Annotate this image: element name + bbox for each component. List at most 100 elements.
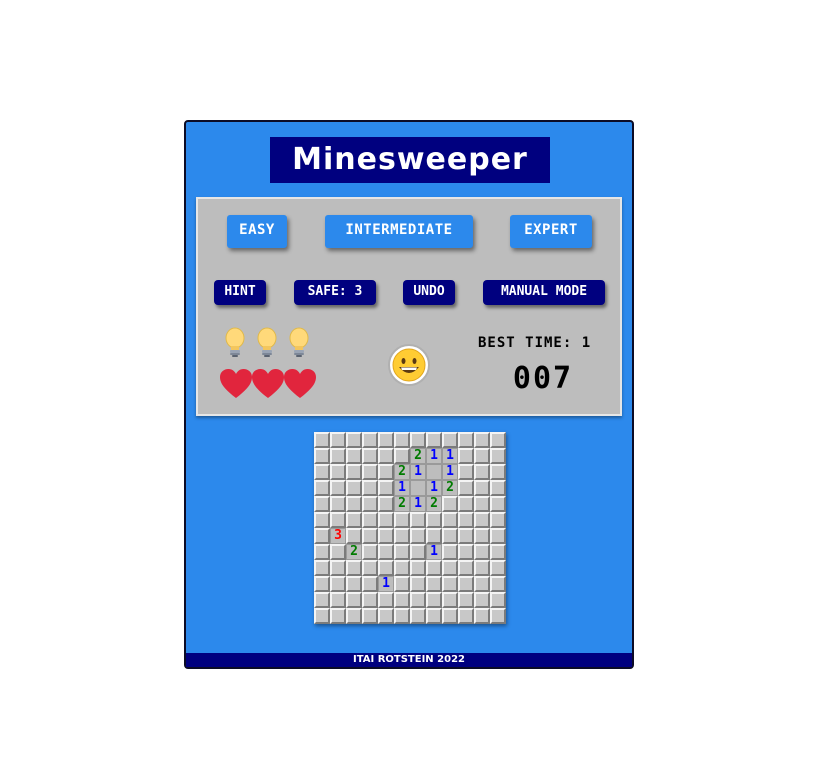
- board-cell-hidden[interactable]: [458, 496, 474, 512]
- board-cell-hidden[interactable]: [378, 448, 394, 464]
- board-cell-hidden[interactable]: [330, 496, 346, 512]
- board-cell-hidden[interactable]: [394, 608, 410, 624]
- board-cell-hidden[interactable]: [458, 608, 474, 624]
- board-cell-hidden[interactable]: [474, 480, 490, 496]
- board-cell-hidden[interactable]: [314, 448, 330, 464]
- board-cell-hidden[interactable]: [458, 432, 474, 448]
- board-cell-hidden[interactable]: [362, 432, 378, 448]
- board-cell-hidden[interactable]: [426, 528, 442, 544]
- board-cell-hidden[interactable]: [458, 512, 474, 528]
- board-cell-hidden[interactable]: [314, 608, 330, 624]
- board-cell-hidden[interactable]: [394, 528, 410, 544]
- board-cell-hidden[interactable]: [330, 544, 346, 560]
- minesweeper-board[interactable]: 2112111122123211: [314, 432, 506, 624]
- smiley-reset-button[interactable]: [388, 344, 430, 386]
- board-cell-hidden[interactable]: [330, 480, 346, 496]
- board-cell-hidden[interactable]: [474, 592, 490, 608]
- board-cell-revealed[interactable]: 1: [426, 544, 442, 560]
- board-cell-hidden[interactable]: [410, 528, 426, 544]
- board-cell-hidden[interactable]: [394, 512, 410, 528]
- board-cell-hidden[interactable]: [362, 592, 378, 608]
- board-cell-hidden[interactable]: [330, 512, 346, 528]
- board-cell-hidden[interactable]: [442, 592, 458, 608]
- board-cell-hidden[interactable]: [346, 464, 362, 480]
- board-cell-hidden[interactable]: [394, 448, 410, 464]
- board-cell-hidden[interactable]: [362, 512, 378, 528]
- board-cell-hidden[interactable]: [490, 448, 506, 464]
- board-cell-revealed[interactable]: 1: [442, 464, 458, 480]
- board-cell-revealed[interactable]: 1: [394, 480, 410, 496]
- board-cell-hidden[interactable]: [362, 448, 378, 464]
- board-cell-hidden[interactable]: [426, 560, 442, 576]
- board-cell-revealed[interactable]: 1: [410, 464, 426, 480]
- board-cell-hidden[interactable]: [474, 544, 490, 560]
- board-cell-hidden[interactable]: [346, 448, 362, 464]
- board-cell-revealed[interactable]: 2: [394, 496, 410, 512]
- lightbulb-icon[interactable]: [223, 327, 247, 359]
- board-cell-hidden[interactable]: [330, 608, 346, 624]
- board-cell-hidden[interactable]: [330, 464, 346, 480]
- board-cell-revealed[interactable]: 2: [394, 464, 410, 480]
- board-cell-hidden[interactable]: [426, 432, 442, 448]
- board-cell-hidden[interactable]: [474, 496, 490, 512]
- board-cell-hidden[interactable]: [426, 608, 442, 624]
- board-cell-revealed[interactable]: 1: [426, 480, 442, 496]
- board-cell-hidden[interactable]: [474, 464, 490, 480]
- board-cell-revealed[interactable]: [426, 464, 442, 480]
- board-cell-hidden[interactable]: [490, 560, 506, 576]
- board-cell-hidden[interactable]: [458, 480, 474, 496]
- board-cell-hidden[interactable]: [394, 560, 410, 576]
- board-cell-hidden[interactable]: [474, 512, 490, 528]
- lightbulb-icon[interactable]: [255, 327, 279, 359]
- board-cell-hidden[interactable]: [314, 544, 330, 560]
- board-cell-hidden[interactable]: [362, 560, 378, 576]
- board-cell-hidden[interactable]: [442, 496, 458, 512]
- board-cell-hidden[interactable]: [442, 544, 458, 560]
- board-cell-hidden[interactable]: [314, 592, 330, 608]
- board-cell-revealed[interactable]: 2: [426, 496, 442, 512]
- board-cell-hidden[interactable]: [458, 448, 474, 464]
- board-cell-hidden[interactable]: [426, 512, 442, 528]
- board-cell-revealed[interactable]: 1: [426, 448, 442, 464]
- board-cell-hidden[interactable]: [346, 576, 362, 592]
- board-cell-hidden[interactable]: [346, 592, 362, 608]
- board-cell-hidden[interactable]: [458, 528, 474, 544]
- board-cell-revealed[interactable]: 2: [442, 480, 458, 496]
- board-cell-hidden[interactable]: [346, 528, 362, 544]
- board-cell-hidden[interactable]: [474, 560, 490, 576]
- board-cell-hidden[interactable]: [314, 528, 330, 544]
- board-cell-hidden[interactable]: [410, 512, 426, 528]
- board-cell-hidden[interactable]: [314, 480, 330, 496]
- board-cell-hidden[interactable]: [490, 528, 506, 544]
- board-cell-hidden[interactable]: [410, 608, 426, 624]
- board-cell-hidden[interactable]: [378, 512, 394, 528]
- board-cell-hidden[interactable]: [490, 592, 506, 608]
- board-cell-hidden[interactable]: [362, 608, 378, 624]
- board-cell-hidden[interactable]: [458, 592, 474, 608]
- board-cell-hidden[interactable]: [442, 528, 458, 544]
- board-cell-hidden[interactable]: [458, 464, 474, 480]
- board-cell-hidden[interactable]: [458, 560, 474, 576]
- board-cell-hidden[interactable]: [410, 576, 426, 592]
- easy-button[interactable]: EASY: [227, 215, 287, 248]
- board-cell-hidden[interactable]: [490, 576, 506, 592]
- board-cell-revealed[interactable]: 2: [410, 448, 426, 464]
- board-cell-hidden[interactable]: [490, 480, 506, 496]
- board-cell-hidden[interactable]: [474, 432, 490, 448]
- board-cell-hidden[interactable]: [330, 432, 346, 448]
- board-cell-hidden[interactable]: [362, 480, 378, 496]
- board-cell-hidden[interactable]: [330, 576, 346, 592]
- board-cell-hidden[interactable]: [394, 592, 410, 608]
- board-cell-hidden[interactable]: [346, 496, 362, 512]
- board-cell-hidden[interactable]: [474, 528, 490, 544]
- lightbulb-icon[interactable]: [287, 327, 311, 359]
- board-cell-hidden[interactable]: [362, 464, 378, 480]
- board-cell-hidden[interactable]: [346, 512, 362, 528]
- board-cell-hidden[interactable]: [314, 576, 330, 592]
- board-cell-revealed[interactable]: 1: [442, 448, 458, 464]
- board-cell-hidden[interactable]: [314, 512, 330, 528]
- board-cell-hidden[interactable]: [378, 560, 394, 576]
- board-cell-hidden[interactable]: [362, 544, 378, 560]
- board-cell-hidden[interactable]: [442, 560, 458, 576]
- board-cell-revealed[interactable]: 2: [346, 544, 362, 560]
